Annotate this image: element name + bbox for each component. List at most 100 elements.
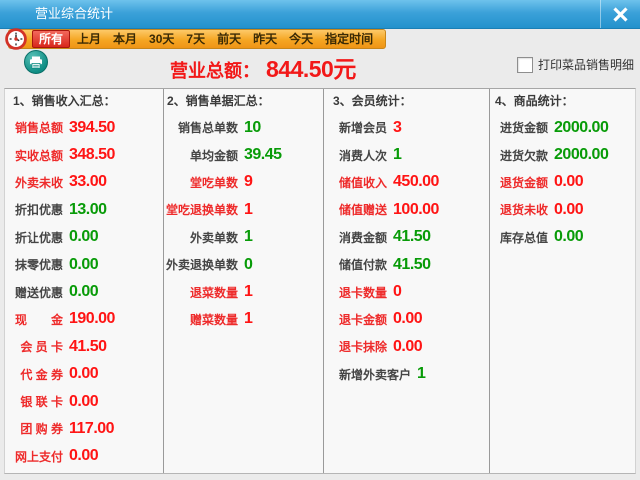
stat-label: 会 员 卡: [15, 338, 63, 355]
stat-row: 单均金额 39.45: [164, 141, 323, 168]
checkbox-label: 打印菜品销售明细: [538, 56, 634, 73]
title-bar: 营业综合统计: [0, 0, 640, 29]
tab-item[interactable]: 指定时间: [320, 31, 378, 47]
stat-value: 0.00: [69, 393, 98, 411]
stat-row: 退卡数量 0: [324, 278, 489, 305]
tab-item[interactable]: 上月: [72, 31, 106, 47]
stat-value: 1: [244, 201, 252, 219]
tab-strip: 所有上月本月30天7天前天昨天今天指定时间: [8, 29, 386, 49]
stat-label: 消费金额: [339, 229, 387, 246]
stat-value: 0.00: [554, 228, 583, 246]
stat-value: 41.50: [393, 256, 431, 274]
stat-label: 堂吃退换单数: [166, 201, 238, 218]
statistics-window: 营业综合统计 所有上月本月30天7天前天昨天今天指定时间: [0, 0, 640, 480]
stat-row: 会 员 卡 41.50: [5, 333, 163, 360]
stat-row: 退货未收 0.00: [490, 196, 635, 223]
stat-label: 储值付款: [339, 256, 387, 273]
stat-value: 0: [244, 256, 252, 274]
stat-value: 1: [244, 283, 252, 301]
stat-row: 折让优惠 0.00: [5, 224, 163, 251]
stat-label: 赠菜数量: [166, 311, 238, 328]
print-button[interactable]: [24, 50, 48, 74]
stat-label: 库存总值: [500, 229, 548, 246]
stat-label: 退卡抹除: [339, 338, 387, 355]
stat-row: 抹零优惠 0.00: [5, 251, 163, 278]
stat-label: 外卖退换单数: [166, 256, 238, 273]
stat-label: 抹零优惠: [15, 256, 63, 273]
stat-label: 退卡数量: [339, 284, 387, 301]
business-total-label: 营业总额：: [170, 54, 260, 88]
print-detail-checkbox[interactable]: 打印菜品销售明细: [517, 56, 634, 73]
stat-label: 储值赠送: [339, 201, 387, 218]
stat-value: 41.50: [393, 228, 431, 246]
stat-value: 0.00: [69, 283, 98, 301]
stat-value: 0.00: [554, 173, 583, 191]
tab-item[interactable]: 今天: [284, 31, 318, 47]
stat-label: 单均金额: [166, 147, 238, 164]
stats-section: 1、销售收入汇总： 销售总额 394.50 实收总额 348.50 外卖未收 3…: [5, 89, 163, 473]
stat-label: 进货欠款: [500, 147, 548, 164]
section-title: 1、销售收入汇总：: [5, 92, 163, 110]
stat-label: 新增外卖客户: [339, 366, 411, 383]
tab-item[interactable]: 7天: [181, 31, 210, 47]
stat-value: 0.00: [69, 256, 98, 274]
stat-label: 银 联 卡: [15, 393, 63, 410]
stat-label: 销售总额: [15, 119, 63, 136]
tab-item[interactable]: 昨天: [248, 31, 282, 47]
stat-row: 折扣优惠 13.00: [5, 196, 163, 223]
stat-label: 实收总额: [15, 147, 63, 164]
stat-label: 新增会员: [339, 119, 387, 136]
stat-label: 退卡金额: [339, 311, 387, 328]
stat-value: 348.50: [69, 146, 115, 164]
stat-value: 9: [244, 173, 252, 191]
stat-label: 退货未收: [500, 201, 548, 218]
stat-row: 新增会员 3: [324, 114, 489, 141]
stat-row: 堂吃退换单数 1: [164, 196, 323, 223]
window-title: 营业综合统计: [35, 0, 113, 28]
stat-row: 储值赠送 100.00: [324, 196, 489, 223]
stat-row: 销售总额 394.50: [5, 114, 163, 141]
stat-row: 团 购 券 117.00: [5, 415, 163, 442]
close-button[interactable]: [600, 0, 640, 28]
close-icon: [612, 6, 629, 23]
tab-item[interactable]: 所有: [32, 30, 70, 48]
checkbox-box-icon[interactable]: [517, 57, 533, 73]
stat-label: 退菜数量: [166, 284, 238, 301]
stat-row: 消费金额 41.50: [324, 224, 489, 251]
stat-row: 储值付款 41.50: [324, 251, 489, 278]
stat-value: 33.00: [69, 173, 107, 191]
stat-value: 1: [417, 365, 425, 383]
business-total-value: 844.50元: [266, 50, 356, 84]
stat-value: 0.00: [554, 201, 583, 219]
stat-row: 库存总值 0.00: [490, 224, 635, 251]
stat-value: 39.45: [244, 146, 282, 164]
stat-label: 现 金: [15, 311, 63, 328]
stat-row: 赠菜数量 1: [164, 306, 323, 333]
stat-label: 折让优惠: [15, 229, 63, 246]
stats-section: 2、销售单据汇总： 销售总单数 10 单均金额 39.45 堂吃单数 9 堂吃退…: [163, 89, 323, 473]
stat-row: 银 联 卡 0.00: [5, 388, 163, 415]
stat-label: 外卖单数: [166, 229, 238, 246]
tab-item[interactable]: 本月: [108, 31, 142, 47]
tab-item[interactable]: 前天: [212, 31, 246, 47]
stat-value: 0.00: [69, 228, 98, 246]
stat-value: 0.00: [393, 310, 422, 328]
stat-value: 0: [393, 283, 401, 301]
stat-label: 退货金额: [500, 174, 548, 191]
section-rows: 进货金额 2000.00 进货欠款 2000.00 退货金额 0.00 退货未收…: [490, 114, 635, 251]
stat-value: 450.00: [393, 173, 439, 191]
section-title: 2、销售单据汇总：: [164, 92, 323, 110]
printer-icon: [29, 56, 43, 69]
stats-section: 3、会员统计： 新增会员 3 消费人次 1 储值收入 450.00 储值赠送 1…: [323, 89, 489, 473]
stat-row: 堂吃单数 9: [164, 169, 323, 196]
stat-value: 100.00: [393, 201, 439, 219]
stat-value: 0.00: [393, 338, 422, 356]
stat-label: 消费人次: [339, 147, 387, 164]
stat-value: 394.50: [69, 119, 115, 137]
stat-value: 10: [244, 119, 261, 137]
stat-row: 进货金额 2000.00: [490, 114, 635, 141]
stat-row: 赠送优惠 0.00: [5, 278, 163, 305]
tab-item[interactable]: 30天: [144, 31, 179, 47]
clock-icon: [5, 28, 27, 50]
section-rows: 销售总单数 10 单均金额 39.45 堂吃单数 9 堂吃退换单数 1 外卖单数…: [164, 114, 323, 333]
